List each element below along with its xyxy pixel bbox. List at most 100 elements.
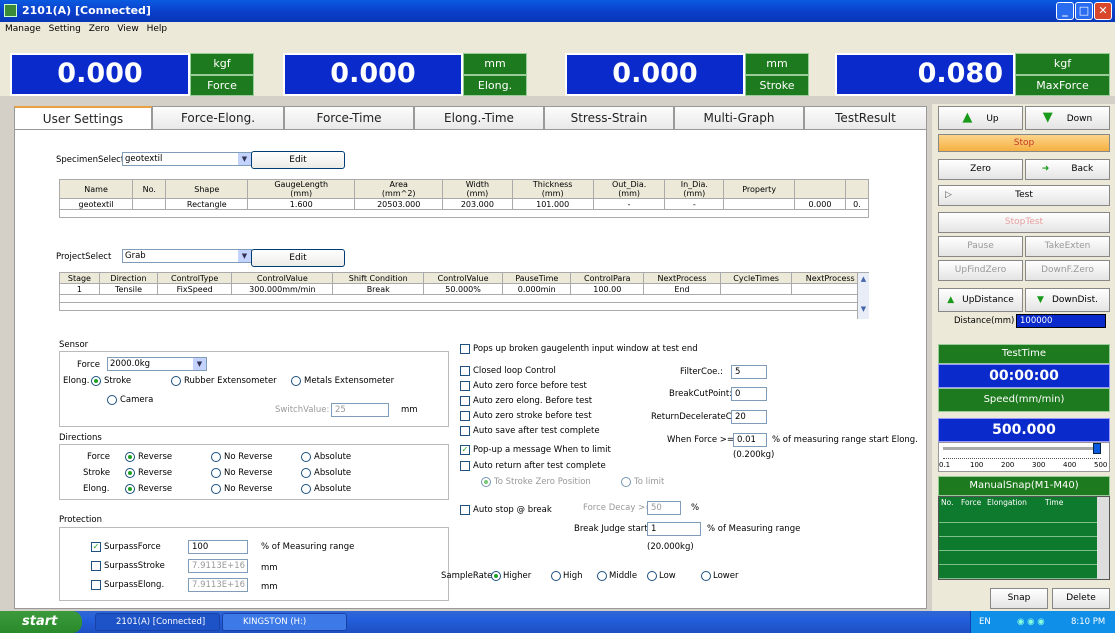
specimen-cell[interactable]: 20503.000	[354, 198, 444, 210]
project-cell[interactable]: 1	[59, 283, 100, 295]
snap-button[interactable]: Snap	[990, 588, 1048, 609]
direction-radio[interactable]	[125, 452, 135, 462]
downfzero-button[interactable]: DownF.Zero	[1025, 260, 1110, 281]
protection-checkbox[interactable]	[91, 561, 101, 571]
tab-force-time[interactable]: Force-Time	[284, 106, 414, 130]
stoptest-button[interactable]: StopTest	[938, 212, 1110, 233]
specimen-cell[interactable]: 0.000	[794, 198, 846, 210]
taskbar-item-kingston[interactable]: KINGSTON (H:)	[222, 613, 347, 631]
tab-stress-strain[interactable]: Stress-Strain	[544, 106, 674, 130]
project-cell[interactable]: Tensile	[98, 283, 159, 295]
filter-input[interactable]: 5	[731, 365, 767, 379]
project-cell[interactable]: 0.000min	[502, 283, 572, 295]
test-button[interactable]: ▷ Test	[938, 185, 1110, 206]
project-edit-button[interactable]: Edit	[251, 249, 345, 267]
stroke-radio[interactable]	[91, 376, 101, 386]
tab-test-result[interactable]: TestResult	[804, 106, 927, 130]
project-cell[interactable]: 50.000%	[422, 283, 504, 295]
camera-radio[interactable]	[107, 395, 117, 405]
speed-slider[interactable]: 0.1 100 200 300 400 500	[938, 442, 1110, 472]
specimen-cell[interactable]: 101.000	[511, 198, 594, 210]
minimize-icon[interactable]: _	[1056, 2, 1074, 20]
back-button[interactable]: ➜ Back	[1025, 159, 1110, 180]
samplerate-radio[interactable]	[647, 571, 657, 581]
samplerate-radio[interactable]	[491, 571, 501, 581]
auto-save-checkbox[interactable]	[460, 426, 470, 436]
start-button[interactable]: start	[0, 611, 82, 633]
tray-icons[interactable]: ◉ ◉ ◉	[1017, 611, 1045, 633]
return-decelerate-input[interactable]: 20	[731, 410, 767, 424]
project-select[interactable]: Grab ▼	[122, 249, 252, 263]
specimen-cell[interactable]: -	[664, 198, 725, 210]
specimen-cell[interactable]: 1.600	[247, 198, 356, 210]
upfindzero-button[interactable]: UpFindZero	[938, 260, 1023, 281]
direction-radio[interactable]	[211, 484, 221, 494]
tab-multi-graph[interactable]: Multi-Graph	[674, 106, 804, 130]
tab-force-elong[interactable]: Force-Elong.	[152, 106, 284, 130]
project-cell[interactable]: End	[643, 283, 721, 295]
specimen-cell[interactable]	[132, 198, 167, 210]
protection-input[interactable]: 7.9113E+16	[188, 578, 248, 592]
snap-scrollbar[interactable]	[1097, 497, 1109, 579]
samplerate-radio[interactable]	[701, 571, 711, 581]
auto-zero-force-checkbox[interactable]	[460, 381, 470, 391]
project-cell[interactable]: Break	[332, 283, 424, 295]
slider-thumb[interactable]	[1093, 443, 1101, 454]
when-force-input[interactable]: 0.01	[733, 433, 767, 447]
popup-limit-checkbox[interactable]: ✓	[460, 445, 470, 455]
samplerate-radio[interactable]	[597, 571, 607, 581]
direction-radio[interactable]	[211, 468, 221, 478]
tab-elong-time[interactable]: Elong.-Time	[414, 106, 544, 130]
close-icon[interactable]: ✕	[1094, 2, 1112, 20]
updistance-button[interactable]: ▲ UpDistance	[938, 288, 1023, 312]
auto-return-checkbox[interactable]	[460, 461, 470, 471]
menu-help[interactable]: Help	[147, 24, 168, 34]
project-cell[interactable]: 300.000mm/min	[231, 283, 334, 295]
specimen-cell[interactable]: geotextil	[58, 198, 134, 210]
rubber-extensometer-radio[interactable]	[171, 376, 181, 386]
direction-radio[interactable]	[301, 484, 311, 494]
up-button[interactable]: ▲ Up	[938, 106, 1023, 130]
language-indicator[interactable]: EN	[979, 611, 991, 633]
specimen-edit-button[interactable]: Edit	[251, 151, 345, 169]
to-limit-radio[interactable]	[621, 477, 631, 487]
switch-value-input[interactable]: 25	[331, 403, 389, 417]
menu-view[interactable]: View	[117, 24, 138, 34]
stop-button[interactable]: Stop	[938, 134, 1110, 152]
direction-radio[interactable]	[125, 484, 135, 494]
zero-button[interactable]: Zero	[938, 159, 1023, 180]
specimen-cell[interactable]: -	[592, 198, 666, 210]
menu-setting[interactable]: Setting	[49, 24, 81, 34]
specimen-cell[interactable]: 203.000	[442, 198, 513, 210]
protection-input[interactable]: 7.9113E+16	[188, 559, 248, 573]
protection-checkbox[interactable]: ✓	[91, 542, 101, 552]
project-cell[interactable]	[719, 283, 793, 295]
auto-zero-stroke-checkbox[interactable]	[460, 411, 470, 421]
specimen-cell[interactable]	[723, 198, 796, 210]
maximize-icon[interactable]: □	[1075, 2, 1093, 20]
taskbar-item-app[interactable]: 2101(A) [Connected]	[95, 613, 220, 631]
project-cell[interactable]: FixSpeed	[157, 283, 233, 295]
direction-radio[interactable]	[125, 468, 135, 478]
direction-radio[interactable]	[211, 452, 221, 462]
metals-extensometer-radio[interactable]	[291, 376, 301, 386]
popup-gauge-checkbox[interactable]	[460, 344, 470, 354]
force-decay-input[interactable]: 50	[647, 501, 681, 515]
distance-input[interactable]: 100000	[1016, 314, 1106, 328]
sensor-force-select[interactable]: 2000.0kg ▼	[107, 357, 207, 371]
protection-input[interactable]: 100	[188, 540, 248, 554]
direction-radio[interactable]	[301, 452, 311, 462]
specimen-cell[interactable]: 0.	[844, 198, 870, 210]
auto-stop-break-checkbox[interactable]	[460, 505, 470, 515]
menu-manage[interactable]: Manage	[5, 24, 41, 34]
delete-button[interactable]: Delete	[1052, 588, 1110, 609]
project-table-scrollbar[interactable]: ▲ ▼	[857, 273, 869, 319]
downdist-button[interactable]: ▼ DownDist.	[1025, 288, 1110, 312]
title-bar[interactable]: 2101(A) [Connected] _ □ ✕	[0, 0, 1115, 22]
closed-loop-checkbox[interactable]	[460, 366, 470, 376]
direction-radio[interactable]	[301, 468, 311, 478]
break-judge-input[interactable]: 1	[647, 522, 701, 536]
protection-checkbox[interactable]	[91, 580, 101, 590]
breakcut-input[interactable]: 0	[731, 387, 767, 401]
project-cell[interactable]: 100.00	[570, 283, 645, 295]
